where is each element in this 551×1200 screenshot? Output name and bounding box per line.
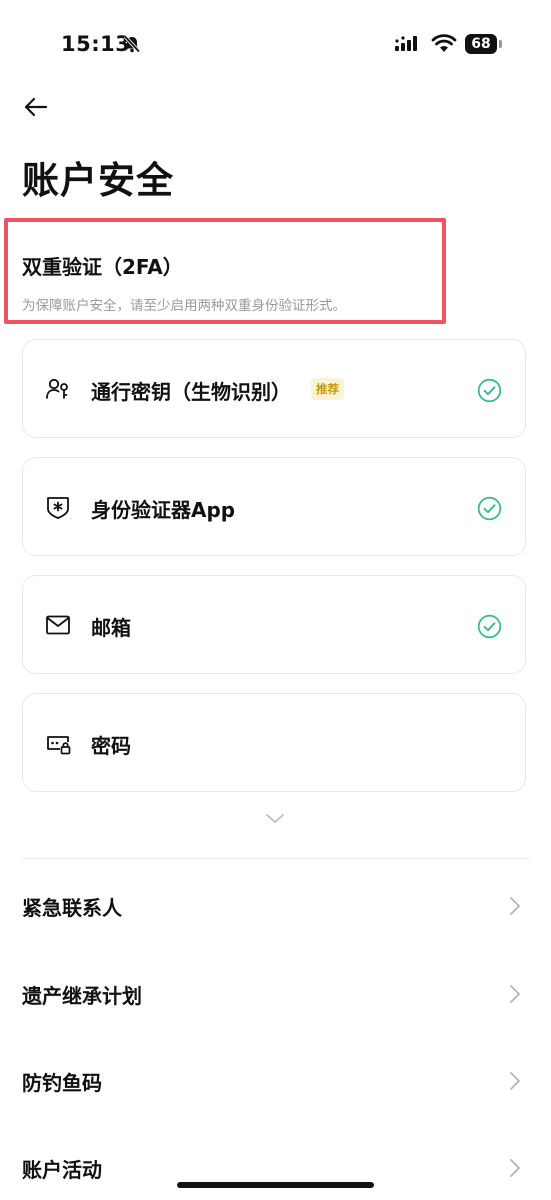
chevron-right-icon bbox=[510, 1072, 520, 1090]
two-fa-title: 双重验证（2FA） bbox=[22, 255, 183, 279]
recommended-badge: 推荐 bbox=[311, 378, 344, 400]
home-indicator[interactable] bbox=[177, 1182, 374, 1188]
wifi-icon bbox=[431, 34, 457, 52]
status-time: 15:13 bbox=[61, 32, 131, 56]
battery-level: 68 bbox=[465, 34, 497, 54]
menu-item-label: 账户活动 bbox=[22, 1158, 102, 1182]
chevron-right-icon bbox=[510, 1159, 520, 1177]
password-lock-icon bbox=[47, 736, 71, 755]
method-label: 密码 bbox=[91, 734, 131, 758]
method-label: 通行密钥（生物识别） bbox=[91, 380, 291, 404]
method-label: 邮箱 bbox=[91, 616, 131, 640]
chevron-down-icon[interactable] bbox=[263, 808, 287, 828]
page-title: 账户安全 bbox=[22, 159, 174, 202]
menu-item-emergency-contact[interactable]: 紧急联系人 bbox=[0, 874, 551, 934]
method-card-email[interactable]: 邮箱 bbox=[22, 575, 526, 674]
method-card-authenticator[interactable]: 身份验证器App bbox=[22, 457, 526, 556]
menu-item-label: 遗产继承计划 bbox=[22, 984, 142, 1008]
section-divider bbox=[22, 858, 530, 859]
menu-item-label: 防钓鱼码 bbox=[22, 1071, 102, 1095]
check-circle-icon bbox=[477, 378, 502, 403]
passkey-icon bbox=[46, 378, 68, 399]
chevron-right-icon bbox=[510, 897, 520, 915]
chevron-right-icon bbox=[510, 985, 520, 1003]
mail-icon bbox=[46, 615, 70, 635]
method-card-password[interactable]: 密码 bbox=[22, 693, 526, 792]
cellular-signal-icon bbox=[395, 36, 417, 51]
back-arrow-icon[interactable] bbox=[22, 93, 50, 121]
battery-indicator: 68 bbox=[465, 34, 503, 54]
method-label: 身份验证器App bbox=[91, 498, 236, 522]
method-card-passkey[interactable]: 通行密钥（生物识别） 推荐 bbox=[22, 339, 526, 438]
two-fa-description: 为保障账户安全，请至少启用两种双重身份验证形式。 bbox=[22, 298, 346, 314]
bell-muted-icon bbox=[123, 35, 141, 53]
menu-item-label: 紧急联系人 bbox=[22, 896, 122, 920]
menu-item-inheritance-plan[interactable]: 遗产继承计划 bbox=[0, 962, 551, 1022]
authenticator-shield-icon bbox=[47, 497, 69, 519]
check-circle-icon bbox=[477, 614, 502, 639]
check-circle-icon bbox=[477, 496, 502, 521]
status-bar: 15:13 68 bbox=[0, 0, 551, 90]
menu-item-anti-phishing-code[interactable]: 防钓鱼码 bbox=[0, 1049, 551, 1109]
battery-nub bbox=[499, 40, 502, 48]
